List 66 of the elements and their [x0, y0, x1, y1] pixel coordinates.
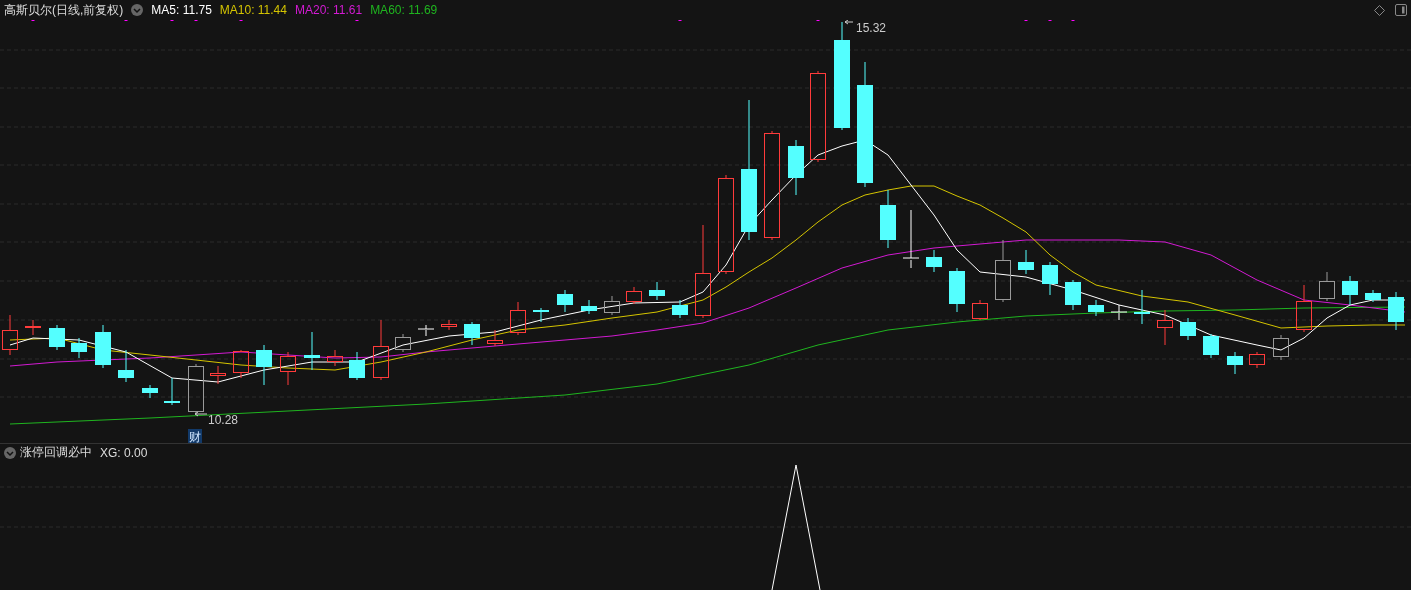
candlestick — [1180, 317, 1196, 341]
candlestick — [672, 299, 688, 319]
diamond-icon[interactable] — [1374, 4, 1385, 16]
candlestick — [1342, 275, 1358, 306]
candlestick — [1088, 299, 1104, 317]
candlestick — [510, 301, 526, 336]
candlestick — [1042, 261, 1058, 296]
ma-label: MA5: 11.75 — [151, 3, 212, 17]
candlestick — [49, 324, 65, 351]
candlestick — [995, 239, 1011, 303]
candlestick — [581, 299, 597, 315]
candlestick — [626, 286, 642, 305]
candlestick — [1249, 351, 1265, 369]
candlestick — [164, 377, 180, 406]
indicator-title: 涨停回调必中 — [20, 444, 92, 461]
finance-event-badge[interactable]: 财 — [188, 429, 202, 443]
ma-label: MA10: 11.44 — [219, 3, 287, 17]
candlestick — [1273, 334, 1289, 361]
candlestick — [417, 324, 435, 337]
panel-icon[interactable] — [1395, 4, 1407, 16]
candlestick — [1388, 291, 1404, 331]
candlestick — [71, 337, 87, 359]
candlestick — [1134, 289, 1150, 325]
candlestick — [25, 319, 41, 336]
candlestick — [95, 324, 111, 369]
candlestick — [1110, 304, 1128, 321]
candlestick — [1018, 249, 1034, 275]
candlestick — [487, 329, 503, 347]
candlestick — [256, 344, 272, 386]
candlestick — [118, 349, 134, 383]
stock-title: 高斯贝尔(日线,前复权) — [4, 1, 124, 19]
candlestick — [557, 289, 573, 313]
candlestick — [902, 209, 920, 269]
candlestick — [788, 139, 804, 196]
candlestick — [949, 267, 965, 313]
candlestick — [972, 299, 988, 321]
candlestick — [210, 365, 226, 385]
indicator-reading: XG: 0.00 — [100, 445, 148, 460]
candlestick — [533, 307, 549, 323]
candlestick — [349, 351, 365, 381]
candlestick — [1157, 309, 1173, 346]
candlestick — [1065, 279, 1081, 311]
candlestick — [1227, 351, 1243, 375]
candlestick — [880, 189, 896, 249]
candlestick — [1296, 284, 1312, 333]
candlestick — [327, 349, 343, 367]
candlestick — [233, 349, 249, 379]
candlestick — [395, 333, 411, 353]
candlestick — [441, 319, 457, 331]
candlestick — [649, 281, 665, 301]
candlestick — [604, 295, 620, 316]
candlestick — [1365, 289, 1381, 303]
candlestick — [1319, 271, 1335, 302]
candlestick — [2, 314, 18, 356]
ma-label: MA60: 11.69 — [370, 3, 438, 17]
candlestick — [926, 249, 942, 273]
candlestick — [142, 384, 158, 399]
candlestick — [280, 351, 296, 386]
ma-label: MA20: 11.61 — [294, 3, 363, 17]
candlestick — [373, 319, 389, 381]
candlestick — [464, 321, 480, 346]
chevron-down-icon[interactable] — [131, 4, 144, 16]
candlestick — [188, 363, 204, 415]
chevron-down-icon[interactable] — [4, 446, 16, 459]
candlestick — [304, 331, 320, 371]
candlestick — [1203, 333, 1219, 359]
